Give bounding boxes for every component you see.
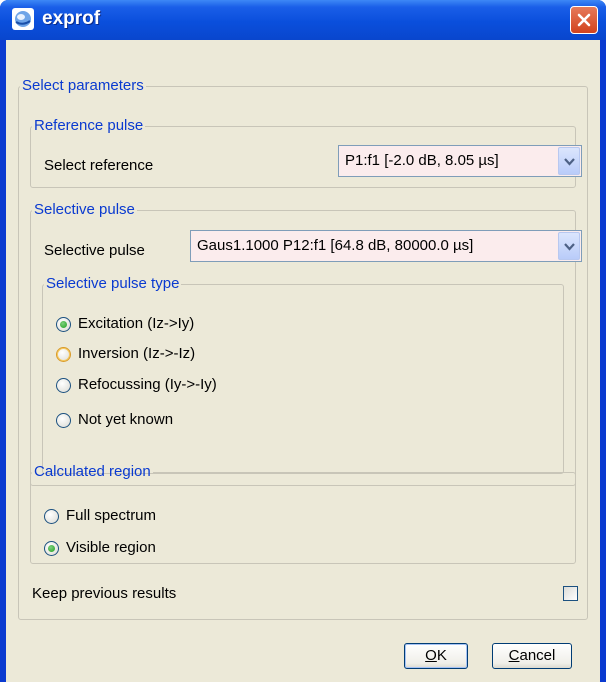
selective-pulse-type-group: Selective pulse type	[42, 276, 564, 474]
reference-pulse-value: P1:f1 [-2.0 dB, 8.05 µs]	[345, 152, 499, 169]
selective-pulse-label: Selective pulse	[44, 242, 145, 259]
radio-excitation-label: Excitation (Iz->Iy)	[78, 315, 195, 332]
exprof-app-icon	[12, 8, 34, 30]
window-title: exprof	[42, 8, 101, 29]
radio-button[interactable]	[56, 413, 71, 428]
radio-not-yet-known-label: Not yet known	[78, 411, 174, 428]
dialog-body: Select parameters Reference pulse Select…	[6, 40, 600, 682]
selected-dot	[60, 321, 67, 328]
radio-button[interactable]	[56, 347, 71, 362]
radio-refocussing-label: Refocussing (Iy->-Iy)	[78, 376, 217, 393]
calculated-region-legend: Calculated region	[34, 463, 151, 480]
radio-full-spectrum-label: Full spectrum	[66, 507, 157, 524]
exprof-dialog-window: exprof Select parameters Reference pulse…	[0, 0, 606, 682]
keep-previous-results-label: Keep previous results	[32, 585, 177, 602]
radio-button[interactable]	[56, 317, 71, 332]
selective-pulse-combobox[interactable]: Gaus1.1000 P12:f1 [64.8 dB, 80000.0 µs]	[190, 230, 582, 262]
cancel-label-rest: ancel	[519, 647, 556, 664]
reference-pulse-legend: Reference pulse	[34, 117, 144, 134]
selective-pulse-value: Gaus1.1000 P12:f1 [64.8 dB, 80000.0 µs]	[197, 237, 474, 254]
reference-dropdown-button[interactable]	[558, 147, 580, 175]
close-icon	[577, 13, 591, 27]
cancel-mnemonic: C	[508, 647, 520, 664]
radio-button[interactable]	[44, 541, 59, 556]
ok-mnemonic: O	[425, 647, 437, 664]
close-button[interactable]	[570, 6, 598, 34]
ok-button[interactable]: OK	[404, 643, 468, 669]
reference-pulse-combobox[interactable]: P1:f1 [-2.0 dB, 8.05 µs]	[338, 145, 582, 177]
chevron-down-icon	[564, 158, 575, 166]
selective-pulse-legend: Selective pulse	[34, 201, 135, 218]
select-parameters-legend: Select parameters	[22, 77, 144, 94]
title-bar[interactable]: exprof	[0, 0, 606, 40]
selective-dropdown-button[interactable]	[558, 232, 580, 260]
chevron-down-icon	[564, 243, 575, 251]
radio-visible-region-label: Visible region	[66, 539, 156, 556]
radio-button[interactable]	[44, 509, 59, 524]
ok-label-rest: K	[436, 647, 447, 664]
cancel-button[interactable]: Cancel	[492, 643, 572, 669]
selected-dot	[48, 545, 55, 552]
select-reference-label: Select reference	[44, 157, 154, 174]
selective-pulse-type-legend: Selective pulse type	[46, 275, 180, 292]
radio-button[interactable]	[56, 378, 71, 393]
radio-inversion-label: Inversion (Iz->-Iz)	[78, 345, 196, 362]
keep-previous-results-checkbox[interactable]	[563, 586, 578, 601]
